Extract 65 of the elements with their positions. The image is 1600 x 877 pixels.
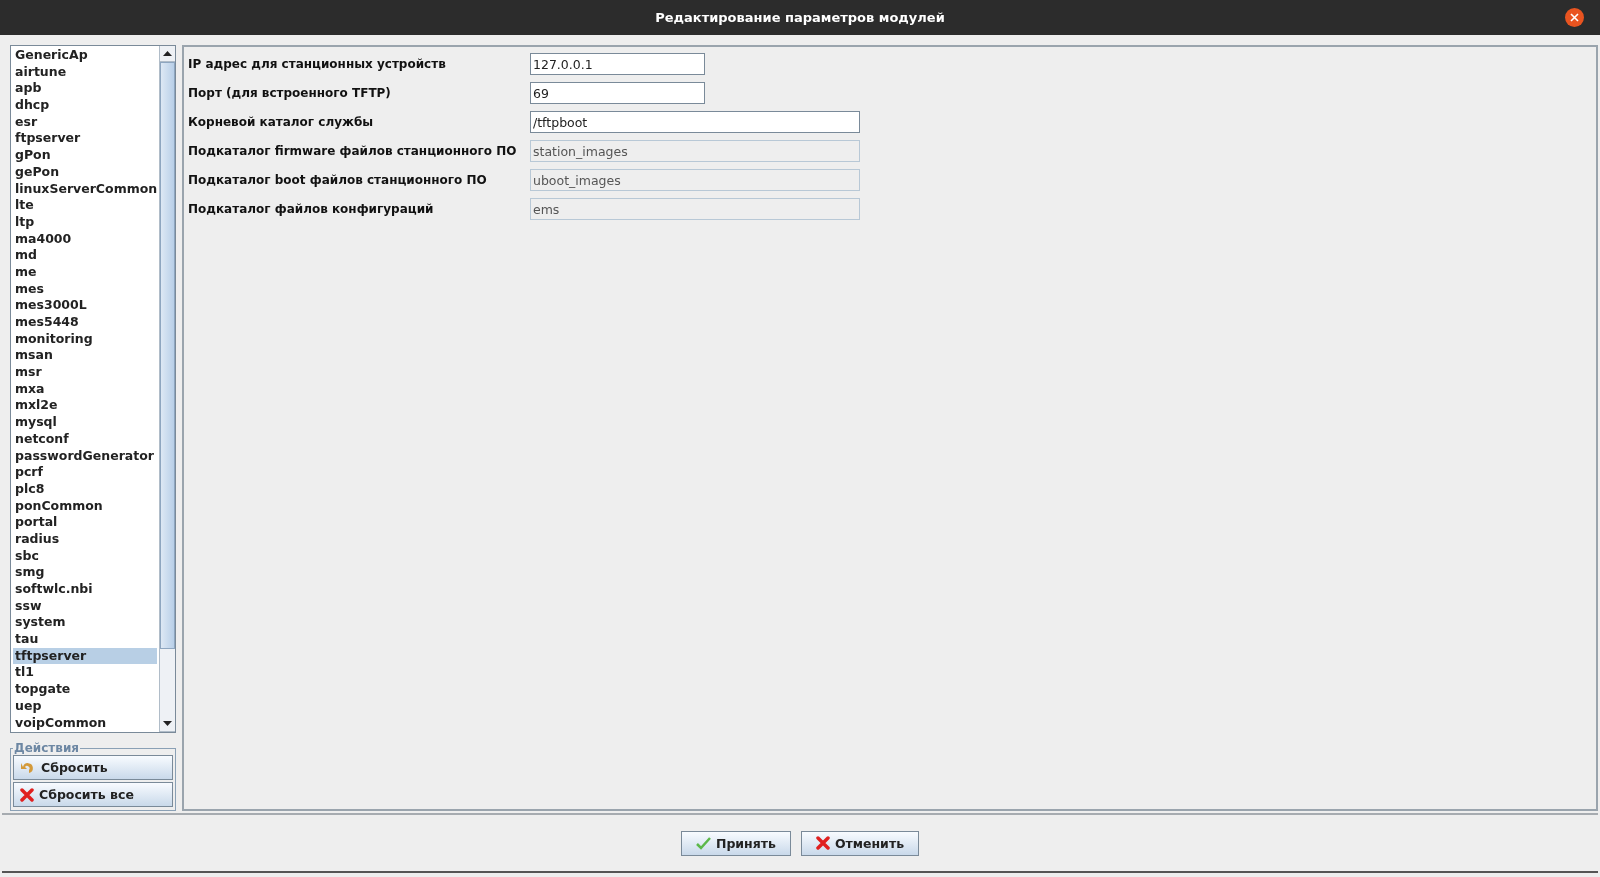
reset-button[interactable]: Сбросить — [13, 755, 173, 781]
list-item[interactable]: ssw — [13, 597, 157, 615]
close-icon — [815, 836, 830, 850]
list-item[interactable]: mes3000L — [13, 297, 157, 314]
list-item[interactable]: tl1 — [13, 664, 157, 682]
field-label: Подкаталог файлов конфигураций — [188, 201, 435, 218]
field-label: Корневой каталог службы — [188, 114, 375, 131]
list-item[interactable]: mxl2e — [13, 397, 157, 415]
scroll-down-icon[interactable] — [163, 721, 172, 727]
list-item[interactable]: ltp — [13, 213, 157, 231]
list-item[interactable]: radius — [13, 530, 157, 548]
field-label: Подкаталог firmware файлов станционного ПО — [188, 143, 518, 160]
list-item[interactable]: msan — [13, 347, 157, 365]
check-icon — [695, 836, 711, 850]
input-field[interactable]: 69 — [530, 82, 705, 104]
list-item[interactable]: softwlc.nbi — [13, 581, 157, 598]
list-item[interactable]: gPon — [13, 147, 157, 164]
close-button[interactable] — [1565, 8, 1584, 27]
scrollbar[interactable] — [159, 46, 175, 733]
list-item[interactable]: ponCommon — [13, 497, 157, 515]
group-title: Действия — [13, 741, 80, 756]
input-field[interactable]: /tftpboot — [530, 111, 860, 133]
field-label: Подкаталог boot файлов станционного ПО — [188, 172, 488, 189]
reset-button[interactable]: Сбросить все — [13, 782, 173, 808]
list-item[interactable]: tftpserver — [13, 647, 157, 665]
list-item[interactable]: ftpserver — [13, 130, 157, 148]
list-item[interactable]: mes — [13, 280, 157, 298]
undo-icon — [20, 760, 36, 775]
list-item[interactable]: voipCommon — [13, 714, 157, 732]
list-item[interactable]: me — [13, 263, 157, 281]
field-label: IP адрес для станционных устройств — [188, 56, 447, 73]
list-item[interactable]: uep — [13, 697, 157, 715]
list-item[interactable]: smg — [13, 564, 157, 581]
list-item[interactable]: passwordGenerator — [13, 447, 157, 465]
window-title: Редактирование параметров модулей — [655, 10, 945, 25]
list-item[interactable]: plc8 — [13, 480, 157, 498]
list-item[interactable]: netconf — [13, 430, 157, 448]
list-item[interactable]: mysql — [13, 414, 157, 431]
list-item[interactable]: topgate — [13, 681, 157, 698]
list-item[interactable]: sbc — [13, 547, 157, 565]
input-field[interactable]: 127.0.0.1 — [530, 53, 705, 75]
list-item[interactable]: gePon — [13, 163, 157, 181]
list-item[interactable]: ma4000 — [13, 230, 157, 248]
list-item[interactable]: system — [13, 614, 157, 632]
list-item[interactable]: mes5448 — [13, 314, 157, 331]
list-item[interactable]: airtune — [13, 63, 157, 81]
list-item[interactable]: pcrf — [13, 464, 157, 481]
accept-button[interactable]: Принять — [680, 830, 791, 856]
list-item[interactable]: mxa — [13, 380, 157, 398]
list-item[interactable]: tau — [13, 631, 157, 648]
list-item[interactable]: linuxServerCommon — [13, 180, 157, 198]
list-item[interactable]: monitoring — [13, 330, 157, 348]
list-item[interactable]: portal — [13, 514, 157, 531]
list-item[interactable]: lte — [13, 197, 157, 214]
list-item[interactable]: md — [13, 247, 157, 264]
list-item[interactable]: esr — [13, 113, 157, 131]
field-label: Порт (для встроенного TFTP) — [188, 85, 392, 102]
close-icon — [20, 787, 34, 802]
close-icon — [1570, 13, 1579, 22]
list-item[interactable]: msr — [13, 364, 157, 381]
cancel-button[interactable]: Отменить — [800, 830, 920, 856]
scroll-up-icon[interactable] — [163, 51, 172, 56]
list-item[interactable]: dhcp — [13, 97, 157, 114]
list-item[interactable]: GenericAp — [13, 47, 157, 64]
list-item[interactable]: apb — [13, 80, 157, 98]
